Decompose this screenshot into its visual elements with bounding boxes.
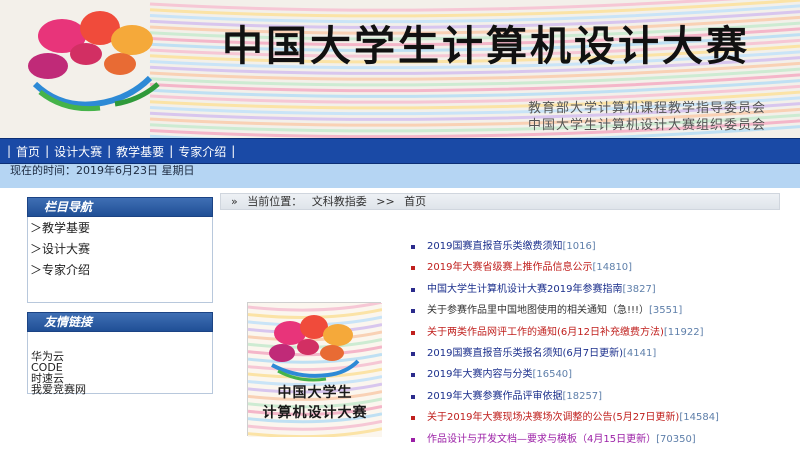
news-item: 中国大学生计算机设计大赛2019年参赛指南[3827] bbox=[411, 279, 791, 300]
site-title: 中国大学生计算机设计大赛 bbox=[222, 22, 750, 70]
flower-logo-icon bbox=[28, 11, 160, 112]
sidebar-nav-list: ＞教学基要 ＞设计大赛 ＞专家介绍 bbox=[27, 217, 213, 303]
news-view-count: [3827] bbox=[622, 283, 656, 295]
news-title[interactable]: 2019国赛直报音乐类报名须知(6月7日更新) bbox=[427, 348, 623, 359]
bullet-icon bbox=[411, 266, 415, 271]
bullet-icon bbox=[411, 330, 415, 335]
friend-links-panel: 友情链接 华为云 CODE 时速云 我爱竞赛网 bbox=[27, 312, 213, 395]
promo-title-line-1: 中国大学生 bbox=[277, 385, 353, 401]
breadcrumb-separator: >> bbox=[376, 195, 395, 208]
sidebar-item-teaching[interactable]: ＞教学基要 bbox=[28, 218, 212, 239]
news-item: 2019年大赛内容与分类[16540] bbox=[411, 364, 791, 385]
news-view-count: [16540] bbox=[532, 369, 573, 381]
news-title[interactable]: 关于两类作品网评工作的通知(6月12日补充缴费方法) bbox=[427, 327, 664, 338]
friend-links-list: 华为云 CODE 时速云 我爱竞赛网 bbox=[27, 332, 213, 395]
news-title[interactable]: 2019年大赛参赛作品评审依据 bbox=[427, 391, 562, 402]
nav-item-teaching[interactable]: 教学基要 bbox=[114, 143, 166, 160]
promo-image[interactable]: 中国大学生 计算机设计大赛 bbox=[247, 302, 382, 437]
news-item: 关于两类作品网评工作的通知(6月12日补充缴费方法)[11922] bbox=[411, 322, 791, 343]
news-view-count: [70350] bbox=[656, 433, 696, 445]
bullet-icon bbox=[411, 351, 415, 356]
bullet-icon bbox=[411, 373, 415, 378]
breadcrumb-item-home[interactable]: 首页 bbox=[404, 195, 426, 208]
bullet-icon bbox=[411, 245, 415, 249]
bullet-icon bbox=[411, 394, 415, 399]
news-item: 关于参赛作品里中国地图使用的相关通知（急!!!）[3551] bbox=[411, 300, 791, 321]
news-title[interactable]: 2019年大赛省级赛上推作品信息公示 bbox=[427, 262, 592, 273]
nav-separator: | bbox=[45, 144, 50, 158]
news-view-count: [4141] bbox=[622, 347, 657, 359]
news-title[interactable]: 关于参赛作品里中国地图使用的相关通知（急!!!） bbox=[427, 305, 649, 316]
bullet-icon bbox=[411, 437, 415, 442]
news-view-count: [14810] bbox=[592, 262, 633, 274]
friend-link-contest-site[interactable]: 我爱竞赛网 bbox=[31, 384, 212, 395]
news-item: 2019年大赛参赛作品评审依据[18257] bbox=[411, 386, 791, 407]
main-nav-bar: | 首页 | 设计大赛 | 教学基要 | 专家介绍 | bbox=[0, 138, 800, 164]
news-item: 2019年大赛省级赛上推作品信息公示[14810] bbox=[411, 257, 791, 278]
news-view-count: [3551] bbox=[649, 305, 683, 317]
nav-separator: | bbox=[169, 144, 174, 158]
promo-title-line-2: 计算机设计大赛 bbox=[262, 405, 368, 421]
organizer-line-2: 中国大学生计算机设计大赛组织委员会 bbox=[527, 118, 766, 133]
breadcrumb-label: 当前位置： bbox=[247, 195, 303, 208]
bullet-icon bbox=[411, 309, 415, 314]
current-date: 现在的时间：2019年6月23日 星期日 bbox=[10, 164, 195, 177]
breadcrumb-marker-icon: » bbox=[231, 195, 238, 208]
nav-separator: | bbox=[7, 144, 12, 158]
breadcrumb-item-committee[interactable]: 文科教指委 bbox=[312, 195, 367, 208]
header-banner: 中国大学生计算机设计大赛 教育部大学计算机课程教学指导委员会 中国大学生计算机设… bbox=[0, 0, 800, 138]
nav-item-contest[interactable]: 设计大赛 bbox=[52, 143, 104, 160]
bullet-icon bbox=[411, 287, 415, 292]
news-view-count: [11922] bbox=[663, 326, 704, 338]
nav-separator: | bbox=[231, 144, 236, 158]
nav-separator: | bbox=[107, 144, 112, 158]
friend-links-title: 友情链接 bbox=[27, 312, 213, 332]
news-title[interactable]: 作品设计与开发文档—要求与模板（4月15日更新） bbox=[427, 434, 656, 445]
date-bar: 现在的时间：2019年6月23日 星期日 bbox=[0, 164, 800, 188]
sidebar-item-contest[interactable]: ＞设计大赛 bbox=[28, 239, 212, 260]
news-title[interactable]: 2019年大赛内容与分类 bbox=[427, 369, 532, 380]
sidebar-item-experts[interactable]: ＞专家介绍 bbox=[28, 260, 212, 281]
news-view-count: [18257] bbox=[562, 390, 603, 402]
sidebar-nav-panel: 栏目导航 ＞教学基要 ＞设计大赛 ＞专家介绍 bbox=[27, 197, 213, 303]
news-list: 2019国赛直报音乐类缴费须知[1016] 2019年大赛省级赛上推作品信息公示… bbox=[411, 236, 791, 449]
news-view-count: [1016] bbox=[562, 241, 596, 252]
news-item: 作品设计与开发文档—要求与模板（4月15日更新）[70350] bbox=[411, 429, 791, 449]
news-item: 关于2019年大赛现场决赛场次调整的公告(5月27日更新)[14584] bbox=[411, 407, 791, 428]
news-title[interactable]: 中国大学生计算机设计大赛2019年参赛指南 bbox=[427, 284, 622, 295]
bullet-icon bbox=[411, 416, 415, 421]
nav-item-experts[interactable]: 专家介绍 bbox=[176, 143, 228, 160]
news-title[interactable]: 2019国赛直报音乐类缴费须知 bbox=[427, 241, 562, 252]
sidebar-nav-title: 栏目导航 bbox=[27, 197, 213, 217]
breadcrumb: » 当前位置： 文科教指委 >> 首页 bbox=[220, 193, 780, 210]
news-view-count: [14584] bbox=[679, 412, 719, 424]
nav-item-home[interactable]: 首页 bbox=[14, 143, 42, 160]
news-title[interactable]: 关于2019年大赛现场决赛场次调整的公告(5月27日更新) bbox=[427, 412, 679, 423]
news-item: 2019国赛直报音乐类报名须知(6月7日更新)[4141] bbox=[411, 343, 791, 364]
news-item: 2019国赛直报音乐类缴费须知[1016] bbox=[411, 236, 791, 257]
